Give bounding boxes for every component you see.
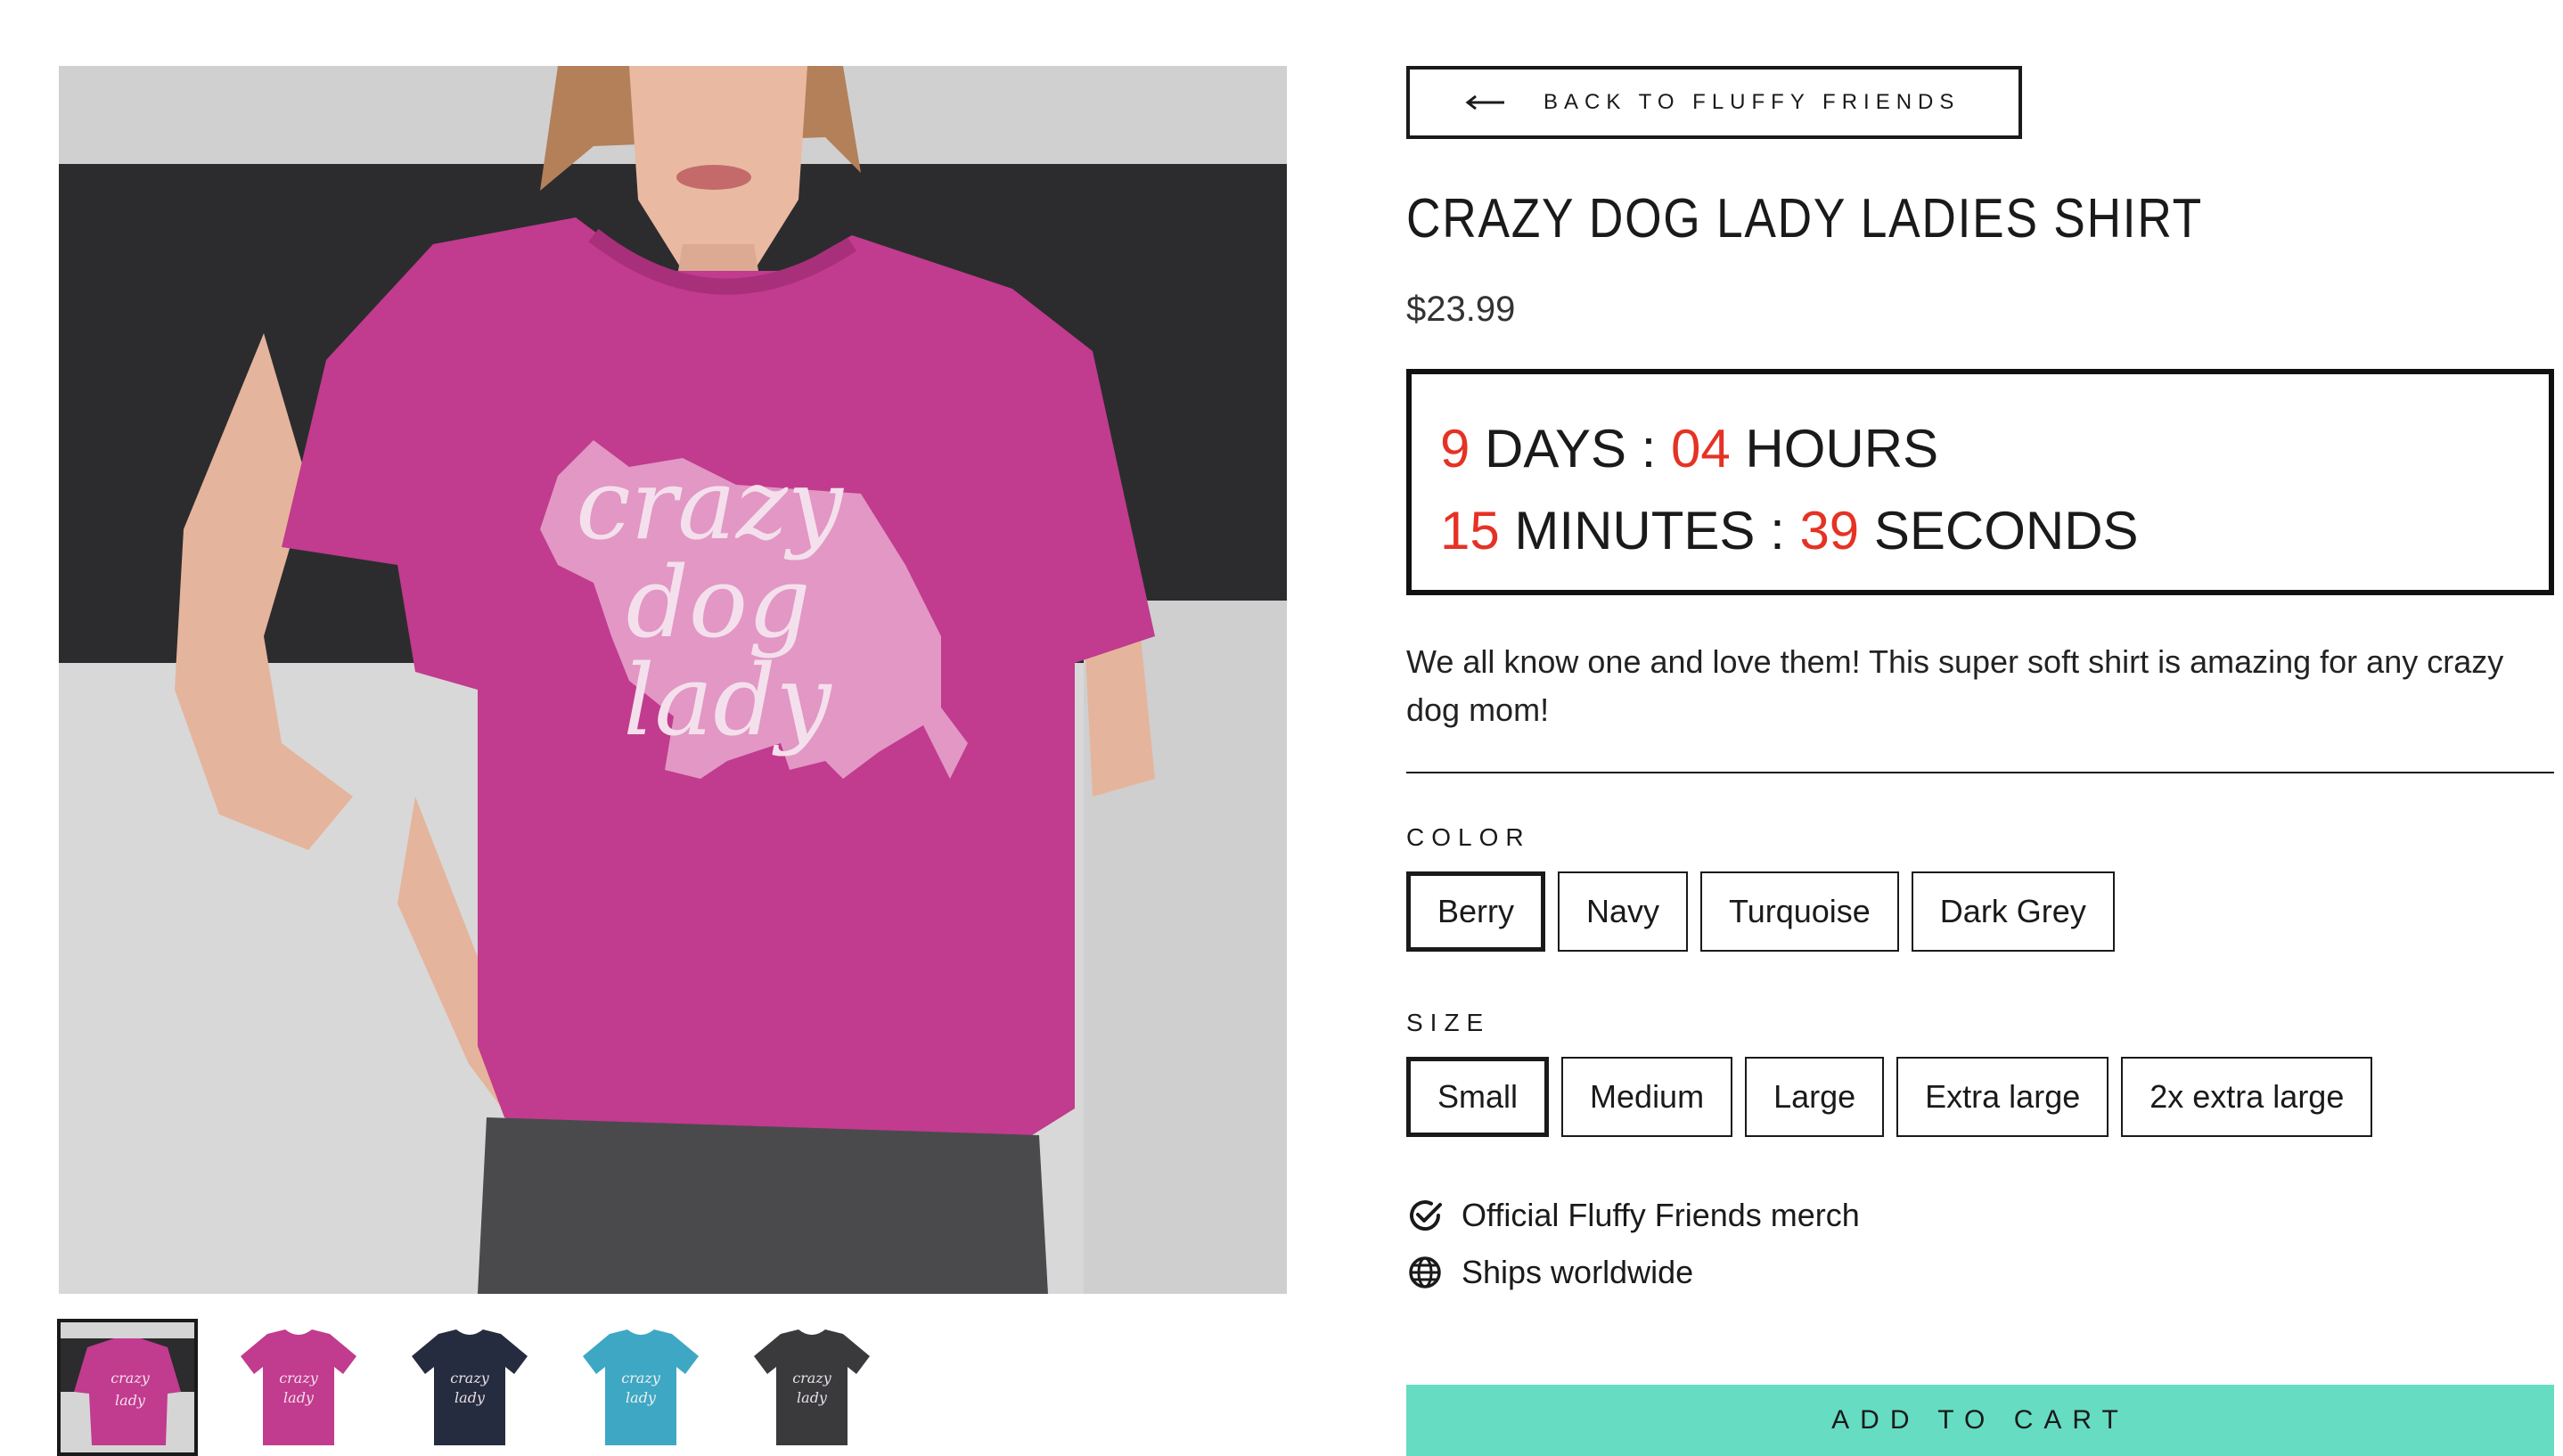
thumbnail-strip: crazy lady crazy lady crazy lady crazy l… bbox=[57, 1319, 880, 1456]
countdown-seconds: 39 bbox=[1799, 501, 1860, 560]
product-main-image[interactable]: crazy dog lady bbox=[59, 66, 1287, 1294]
thumbnail-dark-grey-shirt: crazy lady bbox=[754, 1329, 870, 1445]
product-description: We all know one and love them! This supe… bbox=[1406, 643, 2504, 728]
svg-text:lady: lady bbox=[797, 1389, 828, 1406]
product-photo: crazy dog lady bbox=[59, 66, 1287, 1294]
countdown-seconds-label: SECONDS bbox=[1873, 501, 2139, 560]
countdown-hours: 04 bbox=[1671, 419, 1731, 479]
size-swatches: Small Medium Large Extra large 2x extra … bbox=[1406, 1057, 2554, 1137]
shirt-print-line-1: crazy bbox=[576, 447, 845, 561]
thumbnail-turquoise[interactable]: crazy lady bbox=[572, 1321, 709, 1454]
svg-text:lady: lady bbox=[454, 1389, 486, 1406]
feature-text: Ships worldwide bbox=[1462, 1254, 1694, 1290]
thumbnail-navy-shirt: crazy lady bbox=[412, 1329, 528, 1445]
svg-text:crazy: crazy bbox=[792, 1370, 832, 1386]
svg-text:lady: lady bbox=[115, 1392, 146, 1409]
size-option-medium[interactable]: Medium bbox=[1561, 1057, 1733, 1137]
thumbnail-lifestyle-berry[interactable]: crazy lady bbox=[57, 1319, 198, 1456]
thumbnail-navy[interactable]: crazy lady bbox=[401, 1321, 538, 1454]
check-circle-icon bbox=[1406, 1197, 1444, 1234]
countdown-line-1: 9 DAYS : 04 HOURS bbox=[1440, 408, 2549, 490]
shirt-print-line-3: lady bbox=[623, 643, 832, 757]
countdown-days: 9 bbox=[1440, 419, 1470, 479]
thumbnail-berry[interactable]: crazy lady bbox=[230, 1321, 367, 1454]
size-option-extra-large[interactable]: Extra large bbox=[1896, 1057, 2109, 1137]
feature-ships-worldwide: Ships worldwide bbox=[1406, 1244, 2554, 1301]
globe-icon bbox=[1406, 1254, 1444, 1291]
divider bbox=[1406, 772, 2554, 773]
color-swatches: Berry Navy Turquoise Dark Grey bbox=[1406, 871, 2554, 952]
feature-official-merch: Official Fluffy Friends merch bbox=[1406, 1187, 2554, 1244]
thumbnail-turquoise-shirt: crazy lady bbox=[583, 1329, 699, 1445]
svg-text:crazy: crazy bbox=[279, 1370, 319, 1386]
color-option-turquoise[interactable]: Turquoise bbox=[1700, 871, 1899, 952]
thumbnail-dark-grey[interactable]: crazy lady bbox=[743, 1321, 880, 1454]
size-option-small[interactable]: Small bbox=[1406, 1057, 1550, 1137]
size-option-label: SIZE bbox=[1406, 1009, 1491, 1036]
countdown-line-2: 15 MINUTES : 39 SECONDS bbox=[1440, 490, 2549, 572]
countdown-minutes-label: MINUTES : bbox=[1514, 501, 1785, 560]
product-info: BACK TO FLUFFY FRIENDS CRAZY DOG LADY LA… bbox=[1406, 66, 2554, 1301]
shirt-print-line-2: dog bbox=[626, 545, 810, 659]
back-button-label: BACK TO FLUFFY FRIENDS bbox=[1544, 90, 1961, 114]
add-to-cart-button[interactable]: ADD TO CART bbox=[1406, 1385, 2554, 1456]
thumbnail-berry-shirt: crazy lady bbox=[241, 1329, 356, 1445]
svg-text:crazy: crazy bbox=[621, 1370, 661, 1386]
back-to-collection-button[interactable]: BACK TO FLUFFY FRIENDS bbox=[1406, 66, 2023, 139]
size-option-large[interactable]: Large bbox=[1745, 1057, 1885, 1137]
arrow-left-icon bbox=[1465, 95, 1504, 110]
svg-text:crazy: crazy bbox=[450, 1370, 490, 1386]
color-option-label: COLOR bbox=[1406, 823, 1531, 851]
color-option-berry[interactable]: Berry bbox=[1406, 871, 1546, 952]
svg-text:lady: lady bbox=[283, 1389, 315, 1406]
countdown-days-label: DAYS : bbox=[1485, 419, 1657, 479]
svg-text:crazy: crazy bbox=[111, 1370, 151, 1386]
countdown-minutes: 15 bbox=[1440, 501, 1500, 560]
countdown-timer: 9 DAYS : 04 HOURS 15 MINUTES : 39 SECOND… bbox=[1406, 369, 2554, 595]
product-features: Official Fluffy Friends merch Ships worl… bbox=[1406, 1187, 2554, 1301]
thumbnail-lifestyle-image: crazy lady bbox=[61, 1321, 194, 1454]
svg-text:lady: lady bbox=[626, 1389, 657, 1406]
feature-text: Official Fluffy Friends merch bbox=[1462, 1197, 1860, 1233]
product-title: CRAZY DOG LADY LADIES SHIRT bbox=[1406, 188, 2203, 249]
size-option-2x-extra-large[interactable]: 2x extra large bbox=[2121, 1057, 2373, 1137]
countdown-hours-label: HOURS bbox=[1745, 419, 1939, 479]
color-option-dark-grey[interactable]: Dark Grey bbox=[1911, 871, 2115, 952]
product-price: $23.99 bbox=[1406, 290, 1516, 329]
color-option-navy[interactable]: Navy bbox=[1558, 871, 1689, 952]
